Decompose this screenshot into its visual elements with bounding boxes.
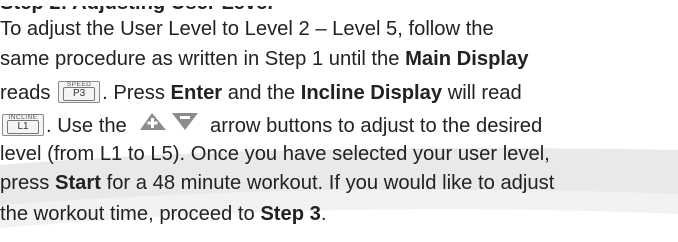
paragraph-text: and the (222, 82, 301, 104)
incline-display-term: Incline Display (300, 82, 443, 104)
speed-display-value: P3 (63, 86, 96, 101)
main-display-term: Main Display (405, 48, 529, 70)
paragraph-text: . Press (102, 82, 171, 104)
paragraph-text: the workout time, proceed to (0, 203, 261, 225)
start-term: Start (54, 172, 101, 194)
up-down-arrow-buttons-icon (138, 109, 200, 140)
paragraph-text: same procedure as written in Step 1 unti… (0, 48, 406, 70)
paragraph-line-2: same procedure as written in Step 1 unti… (0, 46, 529, 72)
paragraph-text: reads (0, 82, 57, 104)
paragraph-line-3: reads SPEED P3 . Press Enter and the Inc… (0, 80, 522, 106)
paragraph-text: . Use the (46, 114, 133, 137)
paragraph-line-5: level (from L1 to L5). Once you have sel… (0, 141, 550, 167)
enter-term: Enter (170, 82, 223, 104)
paragraph-line-6: press Start for a 48 minute workout. If … (0, 170, 554, 196)
paragraph-line-1: To adjust the User Level to Level 2 – Le… (0, 16, 494, 42)
incline-display-icon: INCLINE L1 (2, 113, 44, 136)
paragraph-text: press (0, 172, 55, 194)
paragraph-line-7: the workout time, proceed to Step 3. (0, 201, 327, 227)
paragraph-text: will read (442, 82, 522, 104)
paragraph-text: . (320, 203, 327, 225)
paragraph-line-4: INCLINE L1 . Use the arrow buttons to ad… (0, 111, 542, 142)
paragraph-text: arrow buttons to adjust to the desired (204, 114, 543, 137)
paragraph-text: To adjust the User Level to Level 2 – Le… (0, 18, 494, 40)
speed-display-icon: SPEED P3 (58, 80, 101, 103)
incline-display-value: L1 (7, 119, 39, 134)
step-3-term: Step 3 (260, 203, 321, 225)
paragraph-text: level (from L1 to L5). Once you have sel… (0, 143, 550, 165)
paragraph-text: for a 48 minute workout. If you would li… (100, 172, 555, 194)
